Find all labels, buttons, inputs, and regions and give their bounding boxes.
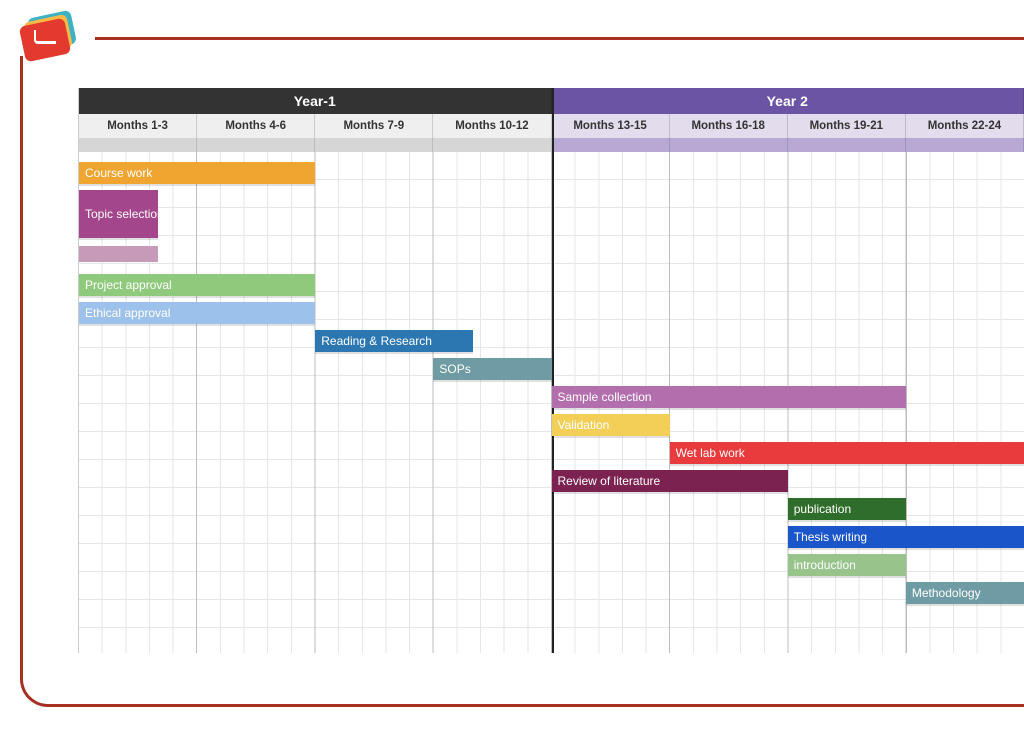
gantt-grid: Course work Topic selection Project approv…	[79, 152, 1024, 653]
month-header-cell: Months 16-18	[670, 114, 788, 138]
year-header-cell: Year-1	[79, 88, 552, 114]
gantt-bar: Project approval	[79, 274, 315, 296]
gantt-bar	[79, 246, 158, 262]
subheader-cell	[788, 138, 906, 152]
gantt-bar: Ethical approval	[79, 302, 315, 324]
slide-page: Year-1Year 2 Months 1-3Months 4-6Months …	[0, 0, 1024, 737]
gantt-bar: Course work	[79, 162, 315, 184]
month-header-cell: Months 10-12	[433, 114, 551, 138]
gantt-bar: Reading & Research	[315, 330, 473, 352]
year-header-cell: Year 2	[552, 88, 1024, 114]
gantt-bar: Review of literature	[552, 470, 788, 492]
month-header-cell: Months 13-15	[552, 114, 670, 138]
subheader-cell	[670, 138, 788, 152]
subheader-cell	[197, 138, 315, 152]
brand-logo	[20, 12, 80, 62]
month-header-cell: Months 19-21	[788, 114, 906, 138]
gantt-bar: Sample collection	[552, 386, 906, 408]
month-header-cell: Months 7-9	[315, 114, 433, 138]
gantt-bar: SOPs	[433, 358, 551, 380]
subheader-cell	[315, 138, 433, 152]
gantt-bar: introduction	[788, 554, 906, 576]
subheader-cell	[79, 138, 197, 152]
gantt-bar: publication	[788, 498, 906, 520]
month-header-cell: Months 22-24	[906, 114, 1024, 138]
month-header-cell: Months 4-6	[197, 114, 315, 138]
year-divider	[552, 88, 554, 653]
month-header-cell: Months 1-3	[79, 114, 197, 138]
header-divider	[95, 37, 1024, 40]
gantt-chart: Year-1Year 2 Months 1-3Months 4-6Months …	[78, 88, 1024, 653]
gantt-bar: Validation	[552, 414, 670, 436]
gantt-bar: Wet lab work	[670, 442, 1024, 464]
gantt-bar: Thesis writing	[788, 526, 1024, 548]
gantt-bar: Topic selection	[79, 190, 158, 238]
subheader-cell	[906, 138, 1024, 152]
subheader-cell	[552, 138, 670, 152]
subheader-cell	[433, 138, 551, 152]
gantt-bar: Methodology	[906, 582, 1024, 604]
